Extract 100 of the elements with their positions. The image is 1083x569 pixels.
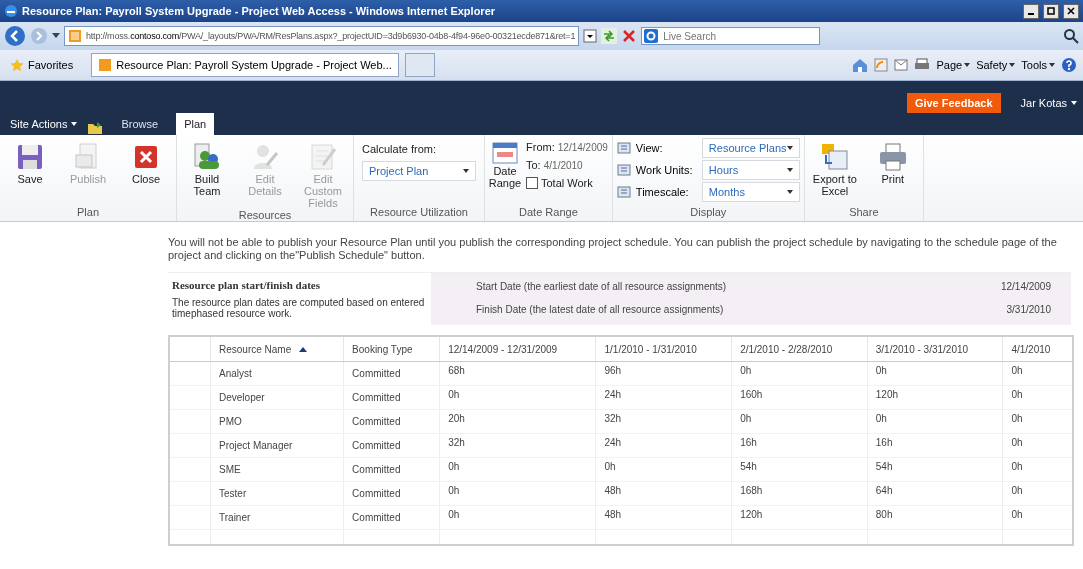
date-value: 4/1/2010 xyxy=(543,160,583,171)
group-label: Share xyxy=(848,206,880,220)
table-cell: Tester xyxy=(210,481,344,506)
address-field[interactable]: http://moss.contoso.com/PWA/_layouts/PWA/RM/ResPlans.aspx?_projectUID=3d9b6930-04b8-4f94-96e0-00321ecde871&ret=1 xyxy=(64,26,580,46)
dropdown[interactable]: Months xyxy=(701,182,800,202)
column-header[interactable]: 1/1/2010 - 1/31/2010 xyxy=(596,336,732,362)
table-cell: Committed xyxy=(343,385,440,410)
table-cell: 16h xyxy=(867,433,1003,458)
field-label: Calculate from: xyxy=(362,143,437,155)
table-cell: Project Manager xyxy=(210,433,344,458)
date-value: 12/14/2009 xyxy=(1000,281,1051,292)
calendar-icon xyxy=(492,141,518,165)
date-label: Start Date (the earliest date of all resource assignments) xyxy=(476,281,727,292)
date-label: Finish Date (the latest date of all resource assignments) xyxy=(476,304,724,315)
table-cell: 0h xyxy=(867,409,1003,434)
ribbon-button[interactable]: Export to Excel xyxy=(808,141,861,206)
search-icon[interactable] xyxy=(1063,28,1079,44)
field-label: Timescale: xyxy=(635,186,689,198)
field-label: View: xyxy=(635,142,663,154)
table-cell: 0h xyxy=(439,505,596,530)
favorites-button[interactable]: Favorites xyxy=(6,56,78,74)
site-actions-menu[interactable]: Site Actions xyxy=(10,118,78,135)
browser-tab[interactable]: Resource Plan: Payroll System Upgrade - Project Web... xyxy=(91,53,399,77)
ribbon-button[interactable]: Close xyxy=(120,141,172,206)
ribbon-tab[interactable]: Plan xyxy=(176,113,215,135)
dropdown-button[interactable] xyxy=(583,29,598,43)
table-cell: 0h xyxy=(439,481,596,506)
table-cell: 24h xyxy=(596,433,732,458)
ribbon-button[interactable]: Save xyxy=(4,141,56,206)
caret-icon xyxy=(1071,101,1077,105)
table-cell: 120h xyxy=(867,385,1003,410)
view-option-icon xyxy=(616,163,633,177)
table-cell: 120h xyxy=(731,505,868,530)
table-cell: PMO xyxy=(210,409,344,434)
table-cell: 0h xyxy=(1002,433,1073,458)
table-cell: Trainer xyxy=(210,505,344,530)
table-cell: 0h xyxy=(439,457,596,482)
table-cell: 0h xyxy=(1002,481,1073,506)
column-header[interactable]: 2/1/2010 - 2/28/2010 xyxy=(731,336,868,362)
command-menu[interactable]: Tools xyxy=(1021,59,1055,71)
table-cell: 0h xyxy=(439,385,596,410)
table-cell: 48h xyxy=(596,505,732,530)
table-cell: 68h xyxy=(439,361,596,386)
table-cell: Committed xyxy=(343,505,440,530)
table-cell: 0h xyxy=(1002,505,1073,530)
caret-icon xyxy=(463,169,469,173)
total-work-checkbox[interactable]: Total Work xyxy=(526,177,608,189)
column-header[interactable]: 12/14/2009 - 12/31/2009 xyxy=(439,336,596,362)
group-label: Plan xyxy=(76,206,100,220)
table-cell: Analyst xyxy=(210,361,344,386)
ribbon-button[interactable]: Print xyxy=(866,141,919,206)
date-range-button[interactable]: Date Range xyxy=(489,141,521,206)
field-label: To: xyxy=(526,159,542,171)
table-cell: 54h xyxy=(867,457,1003,482)
caret-icon xyxy=(964,63,971,67)
ribbon-tab[interactable]: Browse xyxy=(113,113,167,135)
command-menu[interactable]: Page xyxy=(936,59,971,71)
column-header[interactable]: 4/1/2010 xyxy=(1002,336,1073,362)
table-cell: SME xyxy=(210,457,344,482)
close-icon xyxy=(1067,7,1075,15)
column-header[interactable]: Booking Type xyxy=(343,336,440,362)
caret-icon xyxy=(71,122,78,126)
help-icon[interactable] xyxy=(1061,57,1077,73)
star-icon xyxy=(10,58,24,72)
column-header[interactable]: Resource Name xyxy=(210,336,344,362)
printer-icon[interactable] xyxy=(914,58,931,72)
dropdown[interactable]: Resource Plans xyxy=(701,138,800,158)
caret-icon xyxy=(786,168,793,172)
view-option-icon xyxy=(616,141,633,155)
table-cell: 48h xyxy=(596,481,732,506)
table-cell: 16h xyxy=(731,433,868,458)
dropdown[interactable]: Hours xyxy=(701,160,800,180)
caret-icon xyxy=(786,190,793,194)
table-cell: Committed xyxy=(343,457,440,482)
command-menu[interactable]: Safety xyxy=(976,59,1016,71)
user-menu[interactable]: Jar Kotas xyxy=(1020,97,1077,109)
caret-icon[interactable] xyxy=(52,33,60,39)
date-value: 12/14/2009 xyxy=(557,142,608,153)
table-cell: 0h xyxy=(1002,385,1073,410)
calculate-dropdown[interactable]: Project Plan xyxy=(362,161,476,181)
table-cell: 0h xyxy=(1002,361,1073,386)
minimize-button[interactable] xyxy=(1023,3,1039,19)
close-button[interactable] xyxy=(1063,3,1079,19)
column-header[interactable]: 3/1/2010 - 3/31/2010 xyxy=(867,336,1003,362)
group-label: Resource Utilization xyxy=(369,206,469,220)
table-cell: 32h xyxy=(439,433,596,458)
back-button[interactable] xyxy=(4,25,26,47)
table-cell: 0h xyxy=(596,457,732,482)
table-cell: 0h xyxy=(1002,457,1073,482)
stop-button[interactable] xyxy=(621,28,638,44)
section-title: Resource plan start/finish dates xyxy=(172,279,321,291)
section-description: The resource plan dates are computed based on entered timephased resource work. xyxy=(172,297,426,319)
folder-icon[interactable] xyxy=(87,121,104,135)
maximize-button[interactable] xyxy=(1043,3,1059,19)
caret-icon xyxy=(1049,63,1055,67)
table-cell: Committed xyxy=(343,409,440,434)
home-icon[interactable] xyxy=(852,58,869,72)
ribbon-button[interactable]: Build Team xyxy=(181,141,233,209)
group-label: Display xyxy=(689,206,728,220)
mail-icon[interactable] xyxy=(894,59,909,71)
